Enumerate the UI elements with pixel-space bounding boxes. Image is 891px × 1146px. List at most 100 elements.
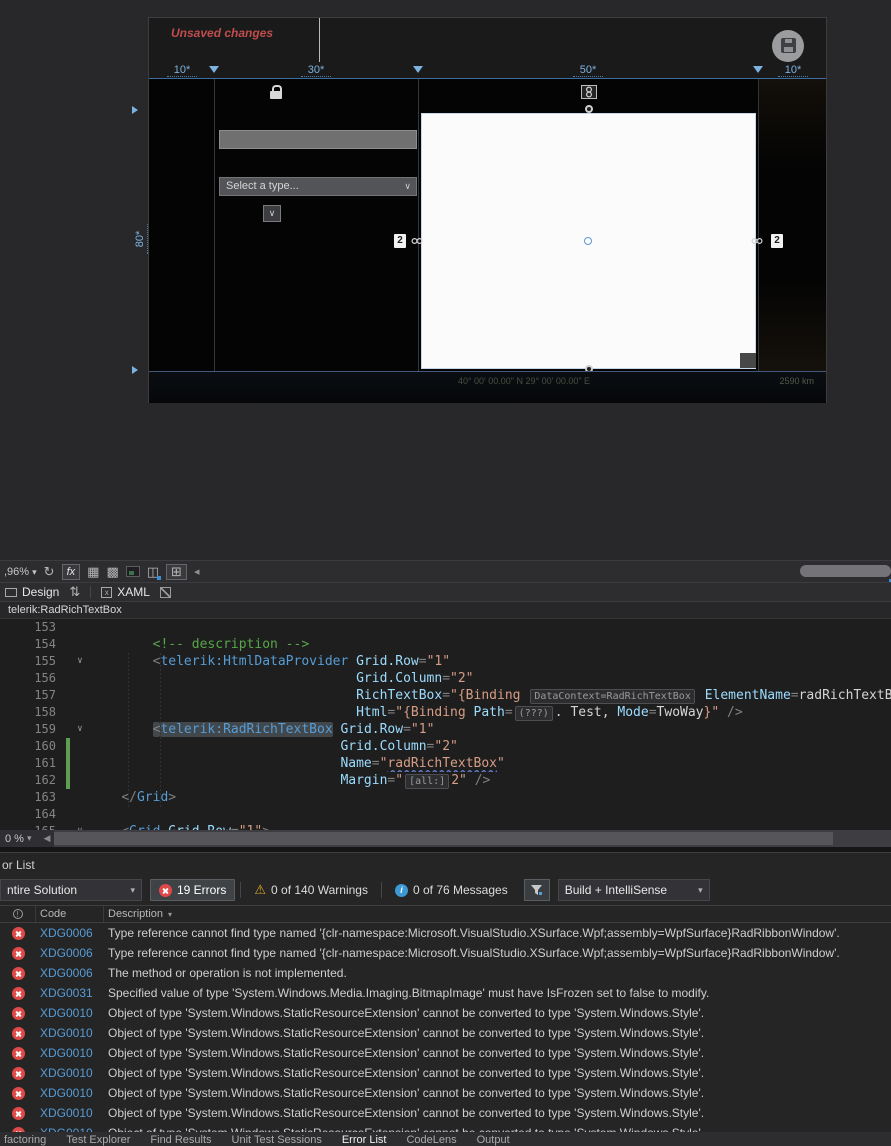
scrollbar-thumb[interactable]	[54, 832, 833, 845]
xaml-code-editor[interactable]: 153 154 <!-- description --> 155 ∨ <telerik…	[0, 619, 891, 830]
design-artboard[interactable]: Unsaved changes 10* 30* 50* 10* Select a…	[148, 17, 827, 403]
designer-toolbar: ,96% ▾ ↻ fx ▦ ▩ ◫ ⊞ ◂	[0, 560, 891, 583]
error-row[interactable]: XDG0031 Specified value of type 'System.W…	[0, 983, 891, 1003]
caret-down-icon[interactable]: ▾	[27, 833, 40, 844]
design-surface[interactable]: Unsaved changes 10* 30* 50* 10* Select a…	[0, 0, 891, 560]
filter-button[interactable]	[523, 879, 550, 901]
row-marker[interactable]	[132, 366, 138, 374]
dropdown-button[interactable]: ∨	[263, 205, 281, 222]
fold-chevron-icon[interactable]: ∨	[70, 823, 90, 830]
tab-design[interactable]: Design	[5, 585, 59, 599]
code-line[interactable]: 164	[0, 806, 891, 823]
error-code[interactable]: XDG0006	[36, 963, 104, 983]
zoom-combo[interactable]: ,96% ▾	[4, 566, 37, 578]
error-row[interactable]: XDG0010 Object of type 'System.Windows.St…	[0, 1043, 891, 1063]
code-line[interactable]: 160 Grid.Column="2"	[0, 738, 891, 755]
code-line[interactable]: 159 ∨ <telerik:RadRichTextBox Grid.Row="1…	[0, 721, 891, 738]
scroll-left-icon[interactable]: ◀	[40, 833, 55, 844]
corner-element[interactable]	[740, 353, 756, 368]
column-divider-marker[interactable]	[209, 66, 219, 73]
error-code[interactable]: XDG0010	[36, 1023, 104, 1043]
error-code[interactable]: XDG0010	[36, 1083, 104, 1103]
tab-xaml[interactable]: x XAML	[101, 585, 150, 599]
code-line[interactable]: 153	[0, 619, 891, 636]
code-line[interactable]: 156 Grid.Column="2"	[0, 670, 891, 687]
center-anchor-handle[interactable]	[584, 237, 592, 245]
scope-filter-dropdown[interactable]: ntire Solution ▾	[0, 879, 142, 901]
xaml-element-breadcrumb[interactable]: telerik:RadRichTextBox	[0, 601, 891, 619]
panel-tab-find-results[interactable]: Find Results	[150, 1134, 211, 1146]
error-code[interactable]: XDG0010	[36, 1063, 104, 1083]
row-marker[interactable]	[132, 106, 138, 114]
panel-tab-test-explorer[interactable]: Test Explorer	[66, 1134, 130, 1146]
errors-toggle[interactable]: 19 Errors	[150, 879, 236, 901]
error-code[interactable]: XDG0006	[36, 943, 104, 963]
code-line[interactable]: 165 ∨ <Grid Grid.Row="1">	[0, 823, 891, 830]
code-line[interactable]: 154 <!-- description -->	[0, 636, 891, 653]
collapse-toolbar-icon[interactable]: ◂	[194, 565, 200, 578]
popout-editor-button[interactable]	[159, 586, 171, 598]
error-code[interactable]: XDG0010	[36, 1003, 104, 1023]
panel-tab-codelens[interactable]: CodeLens	[406, 1134, 456, 1146]
show-grid-button[interactable]: ▦	[87, 564, 99, 579]
warnings-toggle[interactable]: ⚠ 0 of 140 Warnings	[246, 879, 376, 901]
error-code[interactable]: XDG0010	[36, 1103, 104, 1123]
resize-handle-top[interactable]	[585, 105, 593, 113]
snaplines-button[interactable]: ◫	[147, 564, 162, 580]
fold-chevron-icon[interactable]: ∨	[70, 653, 90, 670]
code-line[interactable]: 163 </Grid>	[0, 789, 891, 806]
error-list-header: ! Code Description ▾	[0, 905, 891, 923]
error-row[interactable]: XDG0010 Object of type 'System.Windows.St…	[0, 1023, 891, 1043]
column-width-label-0[interactable]: 10*	[167, 64, 197, 77]
error-row[interactable]: XDG0006 Type reference cannot find type n…	[0, 943, 891, 963]
effects-toggle-button[interactable]: fx	[61, 563, 81, 580]
margin-left-badge[interactable]: 2	[394, 234, 406, 248]
fold-chevron-icon[interactable]: ∨	[70, 721, 90, 738]
error-row[interactable]: XDG0010 Object of type 'System.Windows.St…	[0, 1083, 891, 1103]
save-button[interactable]	[772, 30, 804, 62]
margin-right-badge[interactable]: 2	[771, 234, 783, 248]
row-height-label[interactable]: 80*	[134, 224, 148, 254]
swap-panes-button[interactable]: ⇅	[69, 585, 80, 599]
panel-tab-output[interactable]: Output	[477, 1134, 510, 1146]
snap-grid-button[interactable]: ▩	[106, 564, 118, 579]
description-column-header[interactable]: Description ▾	[104, 908, 891, 920]
error-row[interactable]: XDG0006 The method or operation is not im…	[0, 963, 891, 983]
code-line[interactable]: 162 Margin=" [all:] 2" />	[0, 772, 891, 789]
code-column-header[interactable]: Code	[36, 906, 104, 922]
editor-horizontal-scrollbar[interactable]	[54, 830, 891, 847]
column-divider-marker[interactable]	[753, 66, 763, 73]
anchor-right-icon[interactable]	[749, 234, 765, 247]
anchor-left-icon[interactable]	[409, 234, 425, 247]
error-code[interactable]: XDG0010	[36, 1043, 104, 1063]
panel-tab-error-list[interactable]: Error List	[342, 1134, 387, 1146]
textbox-control[interactable]	[219, 130, 417, 149]
editor-zoom-select[interactable]: 0 %	[0, 833, 27, 845]
snap-to-snaplines-button[interactable]: ⊞	[166, 563, 891, 583]
column-width-label-2[interactable]: 50*	[573, 64, 603, 77]
anchor-top-icon[interactable]	[581, 85, 597, 99]
artboard-background-button[interactable]	[125, 566, 140, 577]
column-width-label-1[interactable]: 30*	[301, 64, 331, 77]
code-line[interactable]: 157 RichTextBox="{Binding DataContext=Ra…	[0, 687, 891, 704]
panel-tab-factoring[interactable]: factoring	[4, 1134, 46, 1146]
messages-toggle[interactable]: i 0 of 76 Messages	[387, 879, 516, 901]
error-code[interactable]: XDG0031	[36, 983, 104, 1003]
severity-column-header[interactable]: !	[0, 906, 36, 922]
code-line[interactable]: 161 Name="radRichTextBox"	[0, 755, 891, 772]
error-row[interactable]: XDG0010 Object of type 'System.Windows.St…	[0, 1063, 891, 1083]
error-row[interactable]: XDG0010 Object of type 'System.Windows.St…	[0, 1003, 891, 1023]
source-dropdown[interactable]: Build + IntelliSense ▾	[557, 879, 710, 901]
combobox-control[interactable]: Select a type... ∨	[219, 177, 417, 196]
code-line[interactable]: 158 Html="{Binding Path= (???). Test, Mod…	[0, 704, 891, 721]
panel-tab-unit-test-sessions[interactable]: Unit Test Sessions	[232, 1134, 322, 1146]
refresh-button[interactable]: ↻	[44, 564, 55, 579]
column-divider-marker[interactable]	[413, 66, 423, 73]
designer-horizontal-scrollbar[interactable]	[800, 565, 891, 577]
error-row[interactable]: XDG0010 Object of type 'System.Windows.St…	[0, 1103, 891, 1123]
code-line[interactable]: 155 ∨ <telerik:HtmlDataProvider Grid.Row=…	[0, 653, 891, 670]
error-code[interactable]: XDG0006	[36, 923, 104, 943]
error-row[interactable]: XDG0006 Type reference cannot find type n…	[0, 923, 891, 943]
column-width-label-3[interactable]: 10*	[778, 64, 808, 77]
